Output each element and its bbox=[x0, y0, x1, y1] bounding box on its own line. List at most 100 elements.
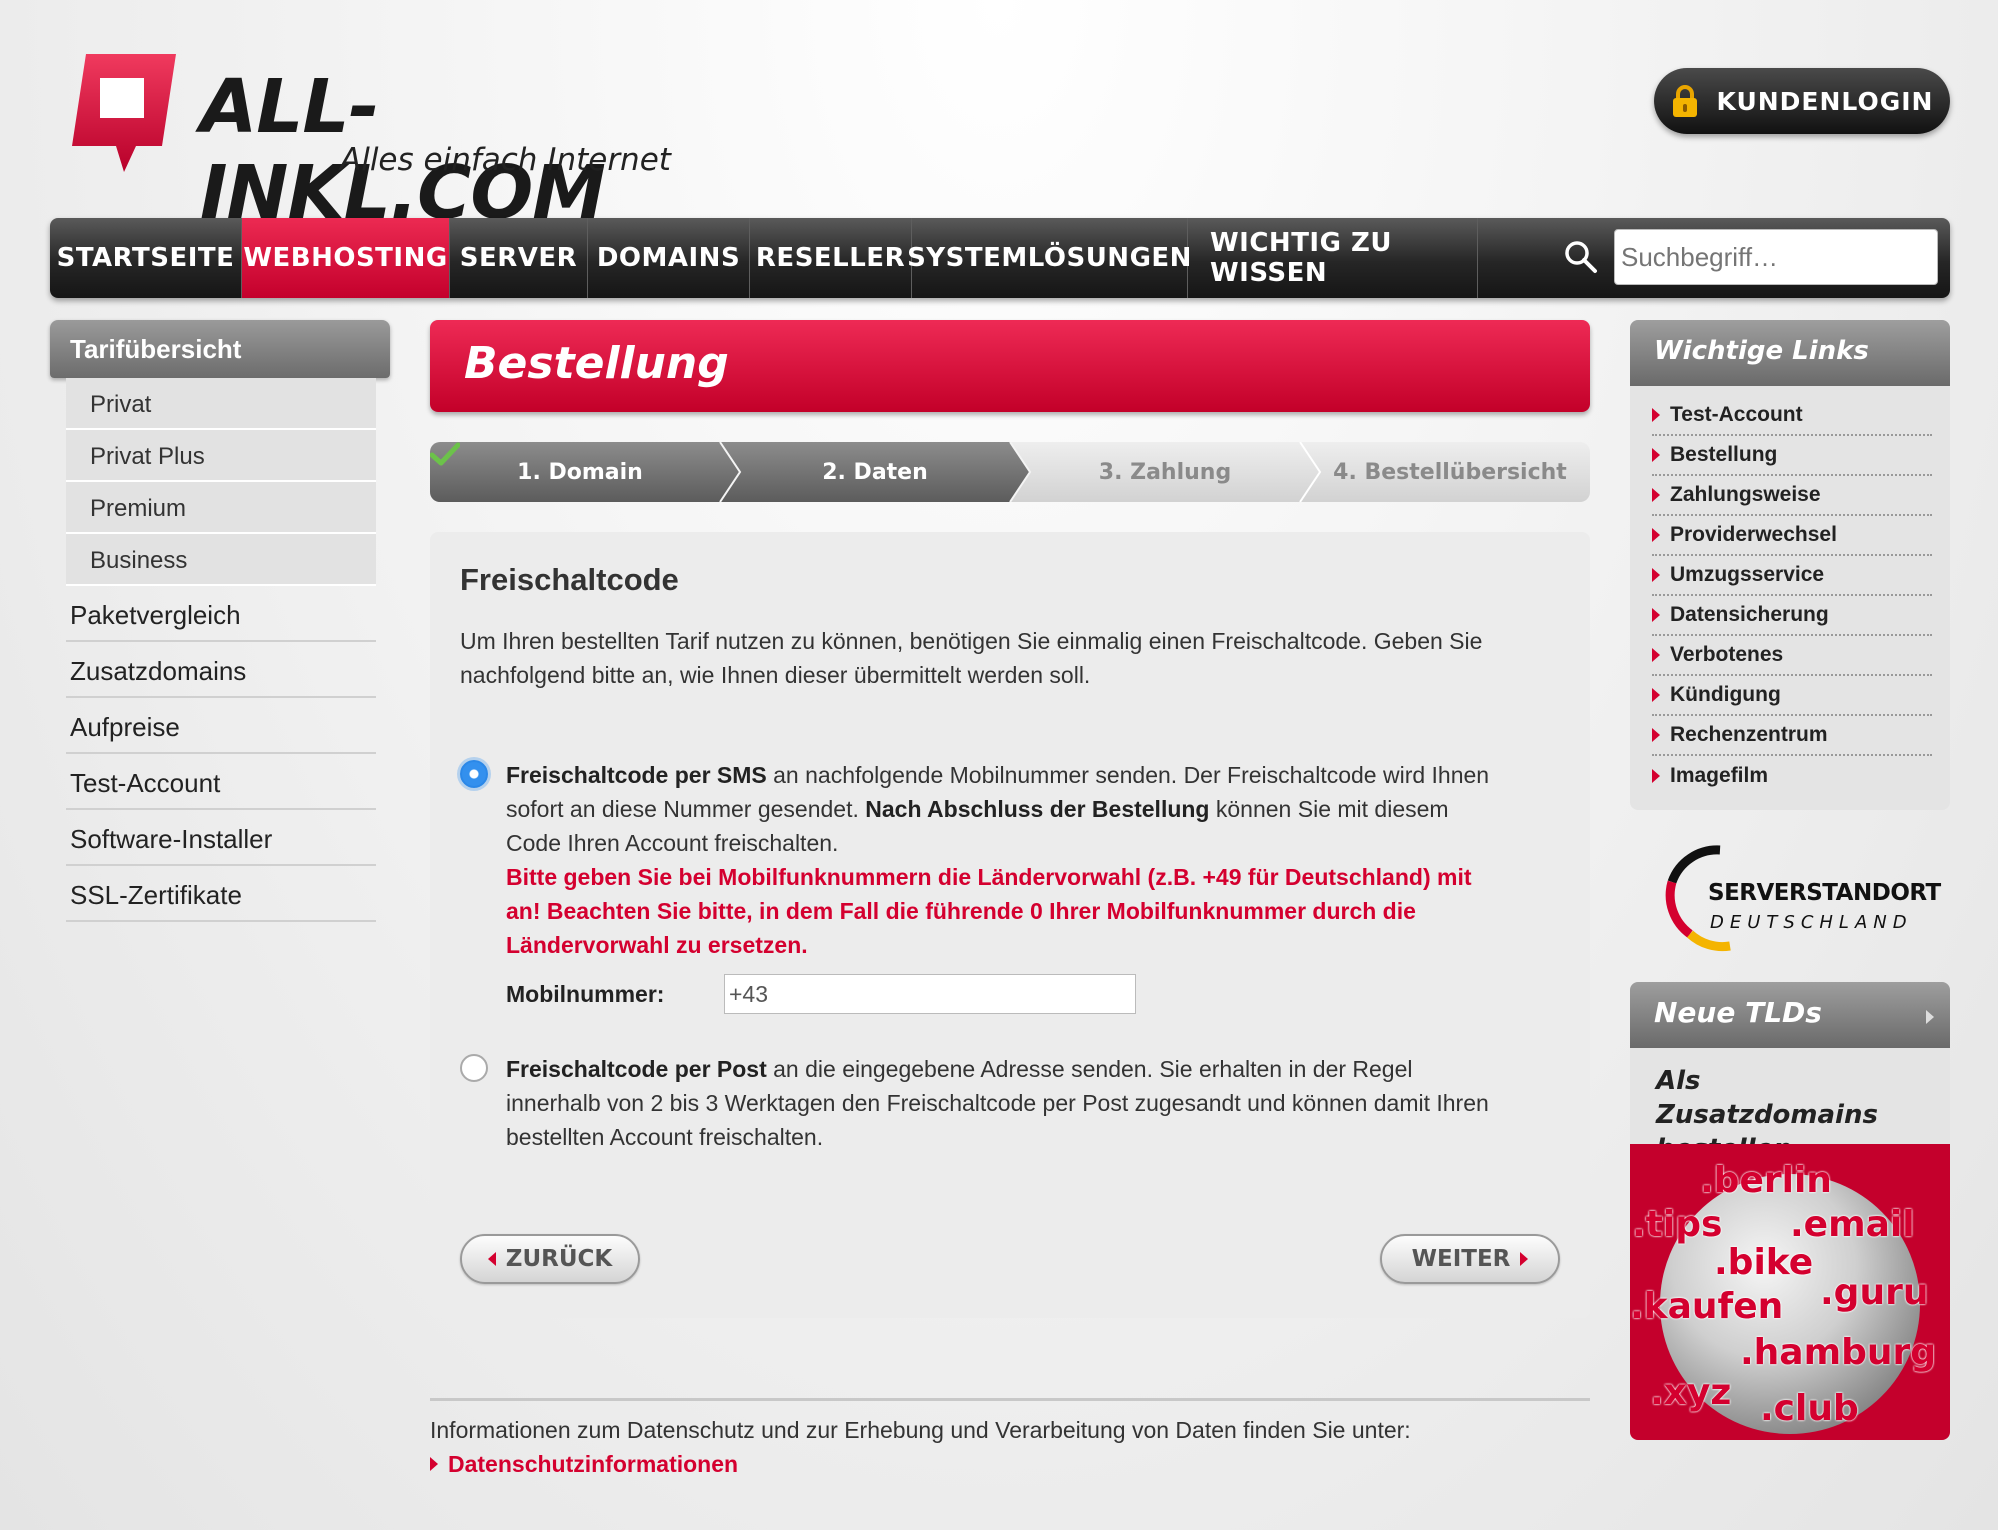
logo-tagline: Alles einfach Internet bbox=[340, 142, 671, 178]
sidebar-item-zusatzdomains[interactable]: Zusatzdomains bbox=[66, 642, 376, 698]
new-tlds-subheading: Als Zusatzdomains bestellen bbox=[1656, 1066, 1878, 1164]
link-label: Zahlungsweise bbox=[1670, 483, 1821, 506]
main-navigation: STARTSEITE WEBHOSTING SERVER DOMAINS RES… bbox=[50, 218, 1950, 298]
step-domain-label: 1. Domain bbox=[517, 459, 643, 485]
step-bestelluebersicht: 4. Bestellübersicht bbox=[1333, 459, 1567, 485]
panel-intro: Um Ihren bestellten Tarif nutzen zu könn… bbox=[460, 628, 1483, 688]
option-sms-bold2: Nach Abschluss der Bestellung bbox=[865, 796, 1210, 822]
sidebar-item-paketvergleich[interactable]: Paketvergleich bbox=[66, 586, 376, 642]
radio-sms[interactable] bbox=[460, 760, 488, 788]
arrow-right-icon bbox=[1652, 648, 1660, 662]
tld-word: .email bbox=[1790, 1204, 1915, 1245]
nav-item-startseite[interactable]: STARTSEITE bbox=[50, 218, 242, 298]
arrow-right-icon bbox=[1652, 769, 1660, 783]
nav-item-reseller[interactable]: RESELLER bbox=[750, 218, 912, 298]
search-icon[interactable] bbox=[1564, 240, 1598, 274]
sidebar-item-business[interactable]: Business bbox=[66, 534, 376, 586]
checkmark-icon bbox=[430, 442, 460, 466]
nav-item-webhosting[interactable]: WEBHOSTING bbox=[242, 218, 450, 298]
step-domain: 1. Domain bbox=[430, 442, 730, 502]
link-imagefilm[interactable]: Imagefilm bbox=[1652, 756, 1932, 796]
sidebar-sub-list: Privat Privat Plus Premium Business bbox=[66, 378, 376, 586]
sidebar-item-ssl-zertifikate[interactable]: SSL-Zertifikate bbox=[66, 866, 376, 922]
tld-word: .kaufen bbox=[1630, 1286, 1784, 1327]
arrow-right-icon bbox=[1652, 488, 1660, 502]
nav-item-wichtig-zu-wissen[interactable]: WICHTIG ZU WISSEN bbox=[1188, 218, 1478, 298]
nav-item-systemloesungen[interactable]: SYSTEMLÖSUNGEN bbox=[907, 218, 1191, 298]
link-test-account[interactable]: Test-Account bbox=[1652, 396, 1932, 436]
serverstandort-seal[interactable]: SERVERSTANDORT DEUTSCHLAND bbox=[1630, 836, 1950, 956]
lock-icon bbox=[1672, 85, 1697, 117]
link-umzugsservice[interactable]: Umzugsservice bbox=[1652, 556, 1932, 596]
new-tlds-heading: Neue TLDs bbox=[1630, 982, 1950, 1048]
next-button-label: WEITER bbox=[1411, 1246, 1511, 1272]
back-button[interactable]: ZURÜCK bbox=[460, 1234, 640, 1284]
option-sms-text: Freischaltcode per SMS an nachfolgende M… bbox=[506, 758, 1496, 1014]
nav-item-server[interactable]: SERVER bbox=[450, 218, 588, 298]
important-links-box: Wichtige Links Test-Account Bestellung Z… bbox=[1630, 320, 1950, 810]
search-input[interactable] bbox=[1614, 229, 1938, 285]
page-title: Bestellung bbox=[430, 320, 1590, 412]
sidebar-item-aufpreise[interactable]: Aufpreise bbox=[66, 698, 376, 754]
datenschutz-link-label: Datenschutzinformationen bbox=[448, 1451, 739, 1477]
kundenlogin-label: KUNDENLOGIN bbox=[1716, 86, 1934, 116]
new-tlds-box[interactable]: Neue TLDs Als Zusatzdomains bestellen .b… bbox=[1630, 982, 1950, 1440]
option-sms-warning: Bitte geben Sie bei Mobilfunknummern die… bbox=[506, 864, 1472, 958]
datenschutz-link[interactable]: Datenschutzinformationen bbox=[430, 1447, 1590, 1481]
sidebar-item-test-account[interactable]: Test-Account bbox=[66, 754, 376, 810]
sidebar-item-privat[interactable]: Privat bbox=[66, 378, 376, 430]
link-datensicherung[interactable]: Datensicherung bbox=[1652, 596, 1932, 636]
option-sms-bold1: Freischaltcode per SMS bbox=[506, 762, 767, 788]
link-label: Rechenzentrum bbox=[1670, 723, 1828, 746]
sidebar-left: Tarifübersicht Privat Privat Plus Premiu… bbox=[50, 320, 390, 922]
arrow-right-icon bbox=[1652, 608, 1660, 622]
tld-word: .berlin bbox=[1700, 1160, 1832, 1201]
step-zahlung: 3. Zahlung bbox=[1098, 459, 1232, 485]
order-steps: 1. Domain 2. Daten 3. Zahlung 4. Bestell… bbox=[430, 442, 1590, 502]
tld-word: .club bbox=[1760, 1388, 1859, 1429]
sidebar-heading-tarifuebersicht[interactable]: Tarifübersicht bbox=[50, 320, 390, 378]
sidebar-item-premium[interactable]: Premium bbox=[66, 482, 376, 534]
nav-item-domains[interactable]: DOMAINS bbox=[588, 218, 750, 298]
link-zahlungsweise[interactable]: Zahlungsweise bbox=[1652, 476, 1932, 516]
freischaltcode-panel: Freischaltcode Um Ihren bestellten Tarif… bbox=[430, 532, 1590, 1318]
seal-line1: SERVERSTANDORT bbox=[1708, 880, 1941, 906]
link-label: Datensicherung bbox=[1670, 603, 1829, 626]
tld-globe-image: .berlin .tips .email .bike .kaufen .guru… bbox=[1630, 1144, 1950, 1440]
option-post-bold1: Freischaltcode per Post bbox=[506, 1056, 767, 1082]
arrow-right-icon bbox=[1652, 528, 1660, 542]
mobilnummer-input[interactable] bbox=[724, 974, 1136, 1014]
arrow-left-icon bbox=[487, 1252, 496, 1266]
logo-mark-icon bbox=[72, 54, 176, 172]
link-kuendigung[interactable]: Kündigung bbox=[1652, 676, 1932, 716]
mobilnummer-row: Mobilnummer: bbox=[506, 974, 1496, 1014]
link-providerwechsel[interactable]: Providerwechsel bbox=[1652, 516, 1932, 556]
sidebar-item-privat-plus[interactable]: Privat Plus bbox=[66, 430, 376, 482]
arrow-right-icon bbox=[1652, 568, 1660, 582]
tld-word: .guru bbox=[1820, 1272, 1929, 1313]
important-links-list: Test-Account Bestellung Zahlungsweise Pr… bbox=[1630, 386, 1950, 796]
new-tlds-heading-label: Neue TLDs bbox=[1654, 996, 1822, 1029]
logo[interactable]: ALL-INKL.COM Alles einfach Internet bbox=[66, 54, 686, 236]
back-button-label: ZURÜCK bbox=[505, 1246, 613, 1272]
link-verbotenes[interactable]: Verbotenes bbox=[1652, 636, 1932, 676]
link-label: Verbotenes bbox=[1670, 643, 1784, 666]
main-content: Bestellung 1. Domain 2. Daten 3. Zahlung… bbox=[430, 320, 1590, 1318]
link-label: Umzugsservice bbox=[1670, 563, 1825, 586]
sidebar-item-software-installer[interactable]: Software-Installer bbox=[66, 810, 376, 866]
radio-post[interactable] bbox=[460, 1054, 488, 1082]
link-rechenzentrum[interactable]: Rechenzentrum bbox=[1652, 716, 1932, 756]
panel-title: Freischaltcode bbox=[460, 562, 679, 597]
kundenlogin-button[interactable]: KUNDENLOGIN bbox=[1654, 68, 1950, 134]
link-label: Kündigung bbox=[1670, 683, 1781, 706]
privacy-note: Informationen zum Datenschutz und zur Er… bbox=[430, 1398, 1590, 1481]
link-bestellung[interactable]: Bestellung bbox=[1652, 436, 1932, 476]
tld-word: .xyz bbox=[1650, 1372, 1732, 1413]
tld-word: .tips bbox=[1632, 1204, 1723, 1245]
tld-word: .hamburg bbox=[1740, 1332, 1937, 1373]
arrow-right-icon bbox=[1652, 728, 1660, 742]
tld-word: .bike bbox=[1714, 1242, 1814, 1283]
arrow-right-icon bbox=[1520, 1252, 1529, 1266]
link-label: Imagefilm bbox=[1670, 764, 1769, 787]
next-button[interactable]: WEITER bbox=[1380, 1234, 1560, 1284]
